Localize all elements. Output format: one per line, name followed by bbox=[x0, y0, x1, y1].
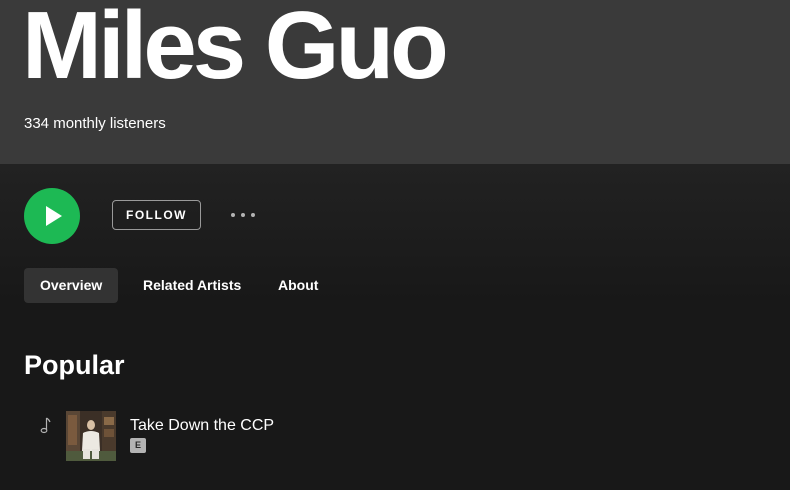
tab-overview[interactable]: Overview bbox=[24, 268, 119, 303]
more-dot bbox=[241, 213, 245, 217]
artist-header: Miles Guo 334 monthly listeners bbox=[0, 0, 790, 164]
artist-name: Miles Guo bbox=[22, 0, 449, 99]
tab-about[interactable]: About bbox=[278, 268, 318, 303]
popular-section-title: Popular bbox=[24, 350, 125, 380]
follow-button[interactable]: FOLLOW bbox=[112, 200, 201, 230]
explicit-badge: E bbox=[130, 438, 146, 453]
music-note-icon bbox=[40, 417, 51, 434]
track-row[interactable]: Take Down the CCP E bbox=[24, 406, 764, 466]
more-dot bbox=[251, 213, 255, 217]
more-options-button[interactable] bbox=[226, 204, 260, 226]
more-horizontal-icon bbox=[231, 213, 235, 217]
monthly-listeners: 334 monthly listeners bbox=[24, 115, 166, 132]
tab-related-artists[interactable]: Related Artists bbox=[143, 268, 241, 303]
play-button[interactable] bbox=[24, 188, 80, 244]
play-icon bbox=[46, 206, 62, 226]
track-title: Take Down the CCP bbox=[130, 417, 275, 434]
track-album-art bbox=[66, 411, 116, 461]
